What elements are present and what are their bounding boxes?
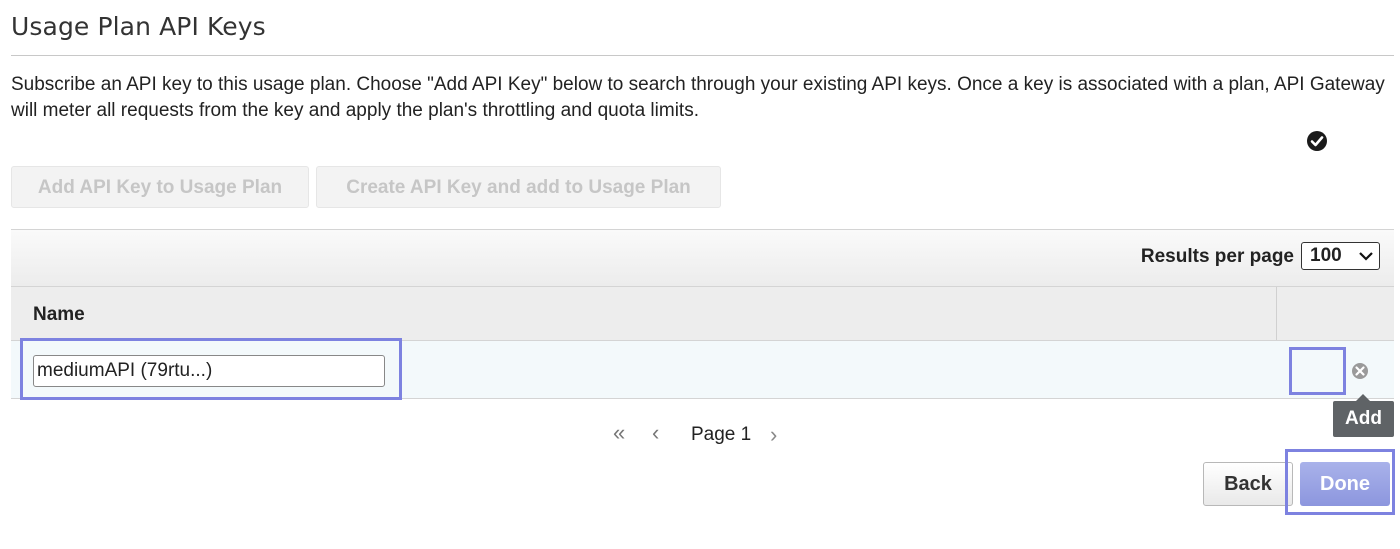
page-description: Subscribe an API key to this usage plan.… <box>11 74 1385 121</box>
column-divider <box>1276 287 1277 340</box>
results-per-page-label: Results per page <box>1140 246 1294 267</box>
results-per-page-select[interactable]: 100 <box>1301 242 1380 270</box>
add-api-key-button[interactable]: Add API Key to Usage Plan <box>11 166 309 208</box>
previous-page-icon[interactable]: ‹ <box>652 420 659 446</box>
table-toolbar: Results per page 100 <box>11 229 1394 287</box>
check-circle-icon[interactable] <box>1306 130 1328 152</box>
create-api-key-button[interactable]: Create API Key and add to Usage Plan <box>316 166 721 208</box>
close-circle-icon[interactable] <box>1351 362 1369 380</box>
usage-plan-api-keys-page: Usage Plan API Keys Subscribe an API key… <box>0 0 1400 549</box>
pagination: « ‹ Page 1 › <box>0 420 1400 450</box>
api-key-name-input[interactable] <box>33 355 385 387</box>
table-row <box>11 341 1394 399</box>
column-header-name[interactable]: Name <box>33 304 85 326</box>
page-indicator: Page 1 <box>691 424 752 445</box>
chevron-down-icon <box>1359 252 1373 261</box>
api-keys-table: Results per page 100 Name <box>11 229 1394 402</box>
title-divider <box>11 55 1394 56</box>
results-per-page-value: 100 <box>1310 245 1342 266</box>
first-page-icon[interactable]: « <box>613 420 625 446</box>
page-title: Usage Plan API Keys <box>11 12 266 41</box>
next-page-icon[interactable]: › <box>770 422 777 448</box>
tooltip-arrow <box>1356 394 1370 401</box>
done-button[interactable]: Done <box>1300 462 1390 506</box>
back-button[interactable]: Back <box>1203 462 1293 506</box>
table-header-row: Name <box>11 287 1394 341</box>
